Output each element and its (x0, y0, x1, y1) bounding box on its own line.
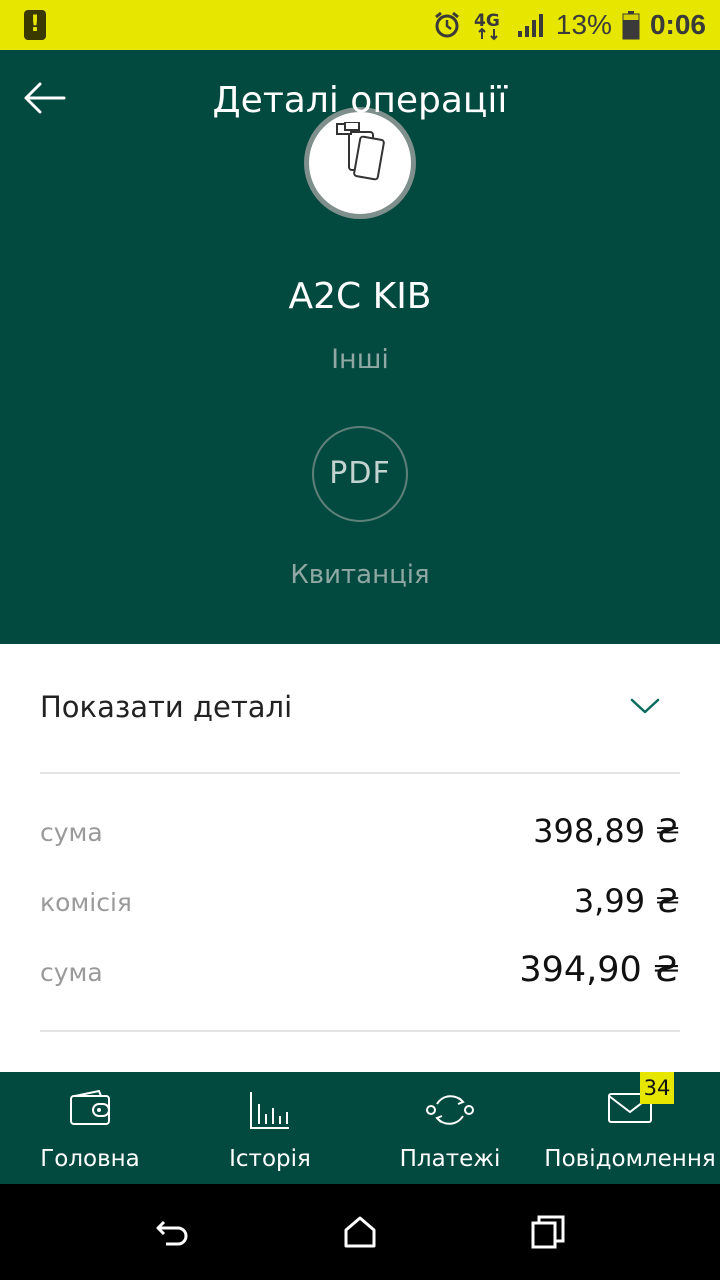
wallet-icon (70, 1090, 110, 1125)
messages-badge: 34 (640, 1072, 674, 1104)
nav-label: Повідомлення (544, 1146, 716, 1172)
battery-percent: 13% (555, 9, 612, 40)
page-title: Деталі операції (212, 80, 508, 121)
row-value: 394,90 ₴ (519, 950, 680, 990)
nav-label: Історія (229, 1146, 311, 1172)
row-label: комісія (40, 888, 132, 917)
operation-header: Деталі операції A2C KIB Інші PDF Квитанц… (0, 50, 720, 644)
divider (40, 772, 680, 774)
signal-icon (517, 14, 543, 37)
pdf-receipt-button[interactable]: PDF (312, 426, 408, 522)
home-icon[interactable] (342, 1214, 378, 1250)
show-details-label: Показати деталі (40, 690, 293, 724)
operation-category: Інші (331, 344, 389, 375)
detail-row-amount: сума 398,89 ₴ (40, 810, 680, 860)
clock: 0:06 (649, 9, 706, 40)
system-navigation-bar (0, 1184, 720, 1280)
alarm-icon (434, 11, 459, 38)
status-bar: ! 4G 13% 0:06 (0, 0, 720, 50)
exchange-icon (426, 1095, 474, 1125)
nav-label: Платежі (399, 1146, 501, 1172)
recents-icon[interactable] (530, 1214, 566, 1250)
battery-icon (622, 11, 640, 40)
row-label: сума (40, 818, 103, 847)
detail-row-total: сума 394,90 ₴ (40, 950, 680, 1000)
chevron-down-icon[interactable] (630, 696, 660, 716)
nav-label: Головна (40, 1146, 140, 1172)
row-label: сума (40, 958, 103, 987)
nav-item-home[interactable]: Головна (0, 1072, 180, 1184)
warning-icon: ! (24, 10, 46, 40)
nav-item-messages[interactable]: Повідомлення (540, 1072, 720, 1184)
show-details-toggle[interactable]: Показати деталі (40, 686, 680, 732)
row-value: 398,89 ₴ (533, 812, 680, 850)
operation-details: Показати деталі сума 398,89 ₴ комісія 3,… (0, 644, 720, 1072)
bar-chart-icon (250, 1092, 289, 1129)
receipt-label: Квитанція (290, 560, 430, 590)
status-icons: 4G 13% 0:06 (432, 0, 706, 50)
back-icon[interactable] (154, 1214, 190, 1250)
pdf-label: PDF (329, 456, 391, 491)
wallet-cards-icon (336, 122, 385, 181)
row-value: 3,99 ₴ (573, 882, 680, 920)
svg-text:4G: 4G (474, 11, 500, 31)
nav-item-payments[interactable]: Платежі (360, 1072, 540, 1184)
detail-row-commission: комісія 3,99 ₴ (40, 880, 680, 930)
nav-item-history[interactable]: Історія (180, 1072, 360, 1184)
divider (40, 1030, 680, 1032)
bottom-navigation: Головна Історія Платежі Повідомлення 34 (0, 1072, 720, 1184)
merchant-logo (304, 107, 416, 219)
4g-icon: 4G (474, 11, 500, 41)
merchant-name: A2C KIB (288, 276, 432, 317)
